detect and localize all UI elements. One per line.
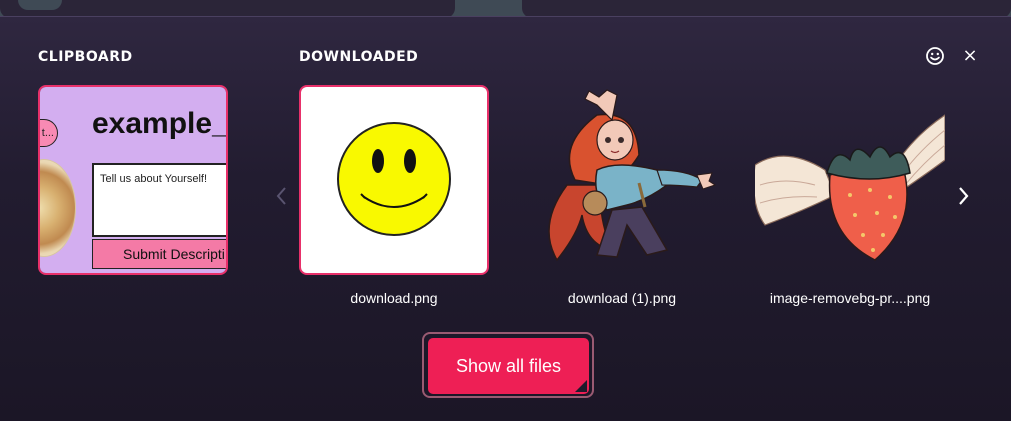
show-all-files-label: Show all files [455,355,562,376]
clipboard-screenshot-textarea: Tell us about Yourself! [92,163,226,237]
clipboard-screenshot-submit: Submit Descripti [92,239,226,269]
file-name-label: download (1).png [567,290,677,306]
file-name-label: download.png [350,290,438,306]
file-thumbnail-card[interactable] [299,85,489,275]
smiley-icon[interactable] [924,45,946,67]
clipboard-heading: CLIPBOARD [38,49,133,65]
winged-strawberry-image [755,114,945,261]
button-corner-cut [575,380,587,392]
smiley-face-image [337,122,451,236]
clipboard-screenshot-title: example_ [92,107,228,140]
file-name-label: image-removebg-pr....png [769,290,931,306]
close-icon[interactable]: × [961,47,979,65]
chevron-right-icon[interactable] [955,184,973,208]
file-thumbnail-card[interactable] [755,85,945,275]
tab-notch [18,0,62,10]
chevron-left-icon[interactable] [272,184,290,208]
file-thumbnail-card[interactable] [527,85,717,275]
show-all-files-button[interactable]: Show all files [428,338,589,394]
downloaded-heading: DOWNLOADED [299,49,419,65]
clipboard-item-card[interactable]: t... example_ Tell us about Yourself! Su… [38,85,228,275]
character-illustration-image [548,89,717,262]
